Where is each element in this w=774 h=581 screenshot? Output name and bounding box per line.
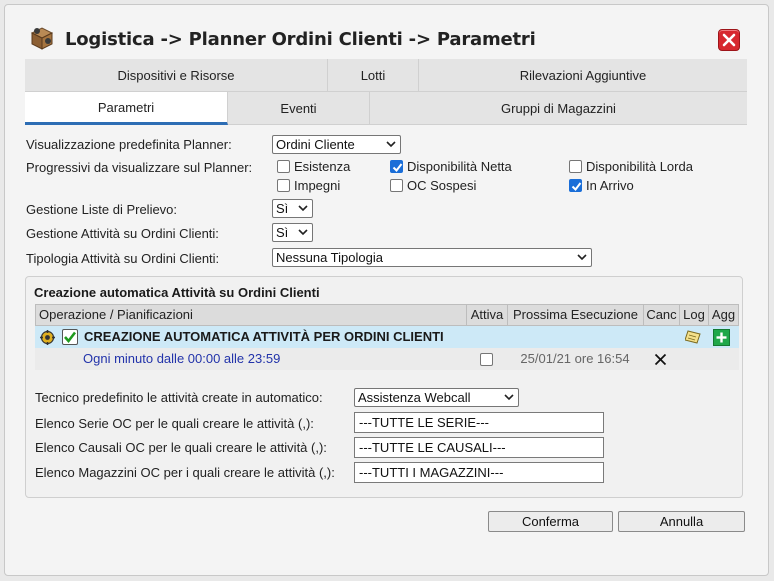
tab-label: Rilevazioni Aggiuntive bbox=[519, 68, 647, 83]
series-input[interactable]: ---TUTTE LE SERIE--- bbox=[354, 412, 604, 433]
tab-lotti[interactable]: Lotti bbox=[328, 59, 419, 92]
impegni-checkbox[interactable] bbox=[277, 179, 290, 192]
tab-label: Eventi bbox=[280, 101, 317, 116]
in-arrivo-label: In Arrivo bbox=[586, 178, 634, 193]
operation-enabled-checkbox[interactable] bbox=[62, 329, 78, 345]
chevron-down-icon bbox=[386, 141, 396, 148]
col-agg: Agg bbox=[711, 307, 736, 322]
chevron-down-icon bbox=[298, 205, 308, 212]
chevron-down-icon bbox=[504, 394, 514, 401]
dialog-window: Logistica -> Planner Ordini Clienti -> P… bbox=[4, 4, 769, 576]
causal-input[interactable]: ---TUTTE LE CAUSALI--- bbox=[354, 437, 604, 458]
tab-gruppi-magazzini[interactable]: Gruppi di Magazzini bbox=[370, 92, 747, 125]
window-title: Logistica -> Planner Ordini Clienti -> P… bbox=[65, 29, 536, 50]
next-run-value: 25/01/21 ore 16:54 bbox=[520, 351, 630, 366]
esistenza-checkbox[interactable] bbox=[277, 160, 290, 173]
col-canc: Canc bbox=[644, 305, 680, 325]
tech-select[interactable]: Assistenza Webcall bbox=[354, 388, 519, 407]
select-value: Nessuna Tipologia bbox=[276, 250, 383, 265]
check-icon bbox=[571, 182, 582, 192]
plus-icon bbox=[716, 332, 727, 343]
schedule-row[interactable]: Ogni minuto dalle 00:00 alle 23:59 25/01… bbox=[35, 348, 739, 370]
operation-row[interactable]: CREAZIONE AUTOMATICA ATTIVITÀ PER ORDINI… bbox=[35, 326, 739, 348]
tab-label: Gruppi di Magazzini bbox=[501, 101, 616, 116]
add-schedule-button[interactable] bbox=[713, 329, 730, 346]
tab-row-1: Dispositivi e Risorse Lotti Rilevazioni … bbox=[25, 59, 747, 92]
box-logistics-icon bbox=[29, 25, 55, 51]
col-prossima-esecuzione: Prossima Esecuzione bbox=[508, 305, 644, 325]
activity-type-select[interactable]: Nessuna Tipologia bbox=[272, 248, 592, 267]
select-value: Sì bbox=[276, 201, 289, 216]
impegni-label: Impegni bbox=[294, 178, 341, 193]
schedule-active-checkbox[interactable] bbox=[480, 353, 493, 366]
activities-select[interactable]: Sì bbox=[272, 223, 313, 242]
col-log: Log bbox=[680, 305, 709, 325]
esistenza-label: Esistenza bbox=[294, 159, 351, 174]
delete-x-icon[interactable] bbox=[654, 353, 667, 366]
col-operazione: Operazione / Pianificazioni bbox=[36, 305, 467, 325]
select-value: Sì bbox=[276, 225, 289, 240]
group-title: Creazione automatica Attività su Ordini … bbox=[34, 285, 320, 300]
disponibilita-lorda-checkbox[interactable] bbox=[569, 160, 582, 173]
tab-eventi[interactable]: Eventi bbox=[228, 92, 370, 125]
warehouse-input[interactable]: ---TUTTI I MAGAZZINI--- bbox=[354, 462, 604, 483]
title-bar: Logistica -> Planner Ordini Clienti -> P… bbox=[5, 5, 768, 57]
tab-dispositivi-risorse[interactable]: Dispositivi e Risorse bbox=[25, 59, 328, 92]
select-value: Ordini Cliente bbox=[276, 137, 355, 152]
series-label: Elenco Serie OC per le quali creare le a… bbox=[35, 416, 314, 431]
tab-label: Dispositivi e Risorse bbox=[117, 68, 235, 83]
tab-label: Parametri bbox=[97, 100, 155, 115]
activities-label: Gestione Attività su Ordini Clienti: bbox=[26, 226, 219, 241]
disponibilita-netta-checkbox[interactable] bbox=[390, 160, 403, 173]
confirm-button[interactable]: Conferma bbox=[488, 511, 613, 532]
causal-label: Elenco Causali OC per le quali creare le… bbox=[35, 440, 327, 455]
picking-lists-label: Gestione Liste di Prelievo: bbox=[26, 202, 178, 217]
grid-header: Operazione / Pianificazioni Attiva Pross… bbox=[35, 304, 739, 326]
tab-row-2: Parametri Eventi Gruppi di Magazzini bbox=[25, 92, 747, 125]
cancel-button[interactable]: Annulla bbox=[618, 511, 745, 532]
tab-rilevazioni-aggiuntive[interactable]: Rilevazioni Aggiuntive bbox=[419, 59, 747, 92]
check-icon bbox=[392, 163, 403, 173]
chevron-down-icon bbox=[298, 229, 308, 236]
activity-type-label: Tipologia Attività su Ordini Clienti: bbox=[26, 251, 220, 266]
tab-label: Lotti bbox=[360, 68, 386, 83]
in-arrivo-checkbox[interactable] bbox=[569, 179, 582, 192]
close-button[interactable] bbox=[718, 29, 740, 51]
col-attiva: Attiva bbox=[467, 305, 508, 325]
oc-sospesi-label: OC Sospesi bbox=[407, 178, 477, 193]
select-value: Assistenza Webcall bbox=[358, 390, 471, 405]
tech-label: Tecnico predefinito le attività create i… bbox=[35, 390, 323, 405]
gear-icon[interactable] bbox=[40, 330, 55, 345]
green-check-icon bbox=[64, 331, 77, 344]
operation-name: CREAZIONE AUTOMATICA ATTIVITÀ PER ORDINI… bbox=[84, 329, 444, 344]
picking-lists-select[interactable]: Sì bbox=[272, 199, 313, 218]
planner-view-label: Visualizzazione predefinita Planner: bbox=[26, 137, 232, 152]
disponibilita-netta-label: Disponibilità Netta bbox=[407, 159, 512, 174]
chevron-down-icon bbox=[577, 254, 587, 261]
tab-parametri[interactable]: Parametri bbox=[25, 92, 228, 125]
disponibilita-lorda-label: Disponibilità Lorda bbox=[586, 159, 693, 174]
close-icon bbox=[722, 33, 736, 47]
planner-view-select[interactable]: Ordini Cliente bbox=[272, 135, 401, 154]
oc-sospesi-checkbox[interactable] bbox=[390, 179, 403, 192]
schedule-text[interactable]: Ogni minuto dalle 00:00 alle 23:59 bbox=[83, 351, 280, 366]
progressives-label: Progressivi da visualizzare sul Planner: bbox=[26, 160, 253, 175]
warehouse-label: Elenco Magazzini OC per i quali creare l… bbox=[35, 465, 335, 480]
log-note-icon[interactable] bbox=[685, 330, 701, 344]
auto-creation-group: Creazione automatica Attività su Ordini … bbox=[25, 276, 743, 498]
